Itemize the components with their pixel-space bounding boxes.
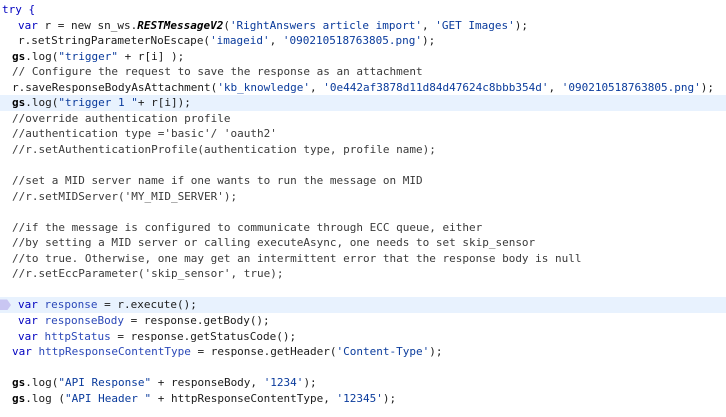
code-line[interactable]: [0, 360, 726, 376]
code-token: 'Content-Type': [336, 345, 430, 359]
code-token: .log(: [25, 49, 59, 63]
code-token: try {: [2, 3, 36, 16]
code-token: //if the message is configured to commun…: [12, 220, 483, 234]
code-token: ,: [269, 34, 283, 48]
code-token: RESTMessageV2: [137, 18, 224, 32]
code-token: var: [18, 298, 38, 312]
code-token: "trigger": [58, 49, 118, 63]
code-token: = r.execute();: [97, 298, 197, 312]
code-token: 'GET Images': [435, 18, 515, 32]
code-line[interactable]: var httpStatus = response.getStatusCode(…: [0, 329, 726, 345]
code-token: '090210518763805.png': [561, 80, 701, 94]
code-line[interactable]: //if the message is configured to commun…: [0, 220, 726, 236]
code-token: //override authentication profile: [12, 111, 231, 125]
code-token: );: [303, 376, 317, 390]
code-line[interactable]: gs.log("API Response" + responseBody, '1…: [0, 375, 726, 391]
code-line[interactable]: gs.log("trigger 1 "+ r[i]);: [0, 95, 726, 111]
code-token: "trigger 1 ": [58, 96, 138, 110]
code-token: ,: [310, 80, 324, 94]
code-token: //r.setAuthenticationProfile(authenticat…: [12, 142, 436, 156]
code-token: 'imageid': [210, 34, 270, 48]
code-line[interactable]: //r.setEccParameter('skip_sensor', true)…: [0, 266, 726, 282]
code-token: );: [429, 345, 443, 359]
code-token: '12345': [336, 391, 383, 405]
code-token: = response.getHeader(: [190, 345, 337, 359]
code-line[interactable]: gs.log("trigger" + r[i] );: [0, 49, 726, 65]
code-token: + responseBody,: [151, 376, 264, 390]
code-line[interactable]: var responseBody = response.getBody();: [0, 313, 726, 329]
code-token: "API Header ": [65, 391, 152, 405]
code-token: + r[i] );: [117, 49, 185, 63]
code-token: //set a MID server name if one wants to …: [12, 174, 423, 188]
code-token: = response.getStatusCode();: [110, 329, 297, 343]
code-line[interactable]: //override authentication profile: [0, 111, 726, 127]
code-line[interactable]: // Configure the request to save the res…: [0, 64, 726, 80]
code-token: var: [18, 329, 38, 343]
code-token: httpStatus: [44, 329, 111, 343]
code-token: .log (: [25, 391, 65, 405]
code-token: r = new sn_ws.: [37, 18, 138, 32]
code-token: ,: [548, 80, 562, 94]
code-token: '0e442af3878d11d84d47624c8bbb354d': [323, 80, 549, 94]
code-token: (: [223, 18, 230, 32]
code-token: );: [514, 18, 528, 32]
code-line[interactable]: var r = new sn_ws.RESTMessageV2('RightAn…: [0, 18, 726, 34]
code-line[interactable]: //set a MID server name if one wants to …: [0, 173, 726, 189]
code-line[interactable]: //to true. Otherwise, one may get an int…: [0, 251, 726, 267]
code-token: //r.setEccParameter('skip_sensor', true)…: [12, 267, 284, 281]
code-line[interactable]: //r.setMIDServer('MY_MID_SERVER');: [0, 189, 726, 205]
code-token: var: [18, 18, 38, 32]
code-token: //to true. Otherwise, one may get an int…: [12, 251, 582, 265]
code-token: ,: [422, 18, 436, 32]
code-token: = response.getBody();: [123, 314, 270, 327]
code-token: gs: [12, 49, 26, 63]
code-token: e(: [196, 34, 211, 48]
code-line[interactable]: [0, 158, 726, 174]
code-token: responseBody: [44, 314, 124, 327]
code-token: );: [700, 80, 715, 94]
code-token: + httpResponseContentType,: [151, 391, 337, 405]
code-editor[interactable]: try { var r = new sn_ws.RESTMessageV2('Ri…: [0, 0, 726, 417]
code-token: + r[i]);: [137, 96, 191, 110]
code-token: 'kb_knowledge': [217, 80, 311, 94]
code-line[interactable]: try {: [0, 2, 726, 18]
code-token: var: [12, 345, 32, 359]
code-token: gs: [12, 391, 26, 405]
code-line[interactable]: r.setStringParameterNoEscape('imageid', …: [0, 33, 726, 49]
code-token: '1234': [263, 376, 304, 390]
code-token: r.setStringParameterNoEscap: [18, 34, 197, 48]
code-token: );: [422, 34, 436, 48]
code-line[interactable]: var httpResponseContentType = response.g…: [0, 344, 726, 360]
code-line[interactable]: [0, 282, 726, 298]
code-token: var: [18, 314, 38, 327]
code-line[interactable]: //by setting a MID server or calling exe…: [0, 235, 726, 251]
code-line[interactable]: //authentication type ='basic'/ 'oauth2': [0, 126, 726, 142]
code-line[interactable]: [0, 204, 726, 220]
code-line[interactable]: r.saveResponseBodyAsAttachment('kb_knowl…: [0, 80, 726, 96]
code-token: response: [44, 298, 98, 312]
code-token: .log(: [25, 376, 59, 390]
code-token: gs: [12, 376, 26, 390]
code-token: httpResponseContentType: [38, 345, 191, 359]
code-token: //r.setMIDServer('MY_MID_SERVER');: [12, 189, 238, 203]
code-token: r.saveResponseBodyAsAttachment(: [12, 80, 218, 94]
code-token: //by setting a MID server or calling exe…: [12, 236, 536, 250]
code-token: 'RightAnswers article import': [229, 18, 422, 32]
code-token: );: [382, 391, 397, 405]
code-token: // Configure the request to save the res…: [12, 65, 423, 79]
code-line[interactable]: //r.setAuthenticationProfile(authenticat…: [0, 142, 726, 158]
code-line[interactable]: gs.log ("API Header " + httpResponseCont…: [0, 391, 726, 407]
code-line[interactable]: var response = r.execute();: [0, 297, 726, 313]
code-token: .log(: [25, 96, 59, 110]
code-token: "API Response": [58, 376, 152, 390]
code-token: '090210518763805.png': [282, 34, 422, 48]
code-token: gs: [12, 96, 26, 110]
code-token: //authentication type ='basic'/ 'oauth2': [12, 127, 277, 141]
